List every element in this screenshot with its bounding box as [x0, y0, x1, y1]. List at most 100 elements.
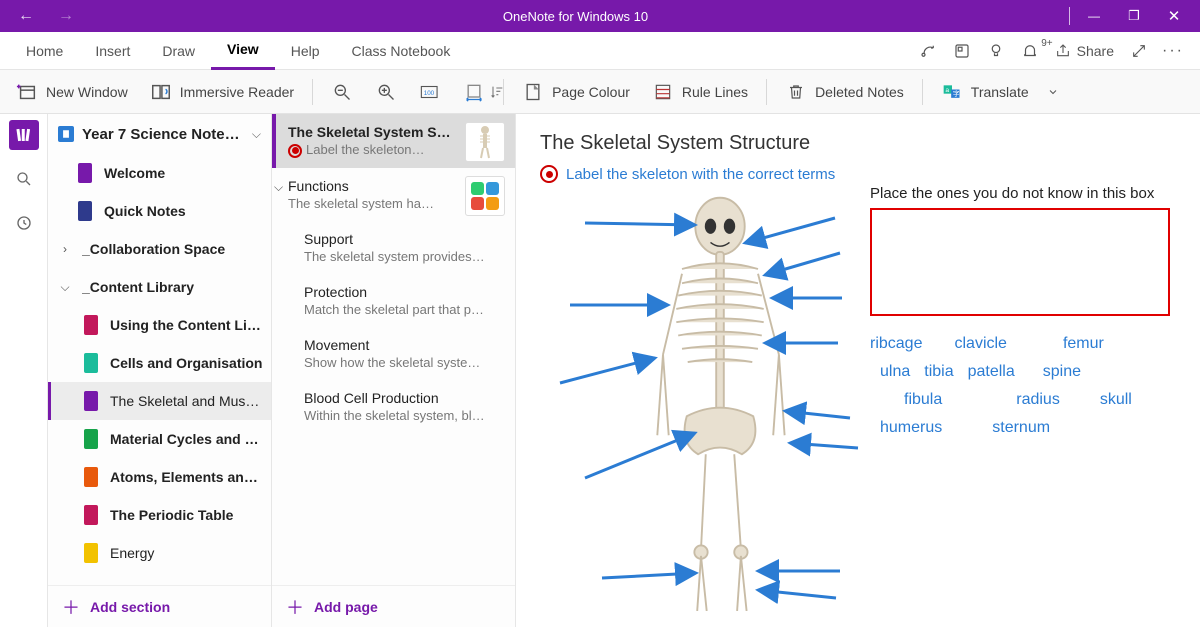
- section-item[interactable]: Atoms, Elements and…: [48, 458, 271, 496]
- page-item[interactable]: ProtectionMatch the skeletal part that p…: [272, 274, 515, 327]
- lightbulb-icon[interactable]: [979, 42, 1013, 60]
- page-item[interactable]: SupportThe skeletal system provides…: [272, 221, 515, 274]
- search-icon[interactable]: [9, 164, 39, 194]
- section-tab-icon: [84, 315, 98, 335]
- term-chip[interactable]: fibula: [904, 391, 942, 409]
- page-title-label: Blood Cell Production: [288, 390, 501, 406]
- section-label: _Content Library: [82, 279, 263, 295]
- sort-pages-icon[interactable]: [489, 84, 505, 103]
- section-item[interactable]: Material Cycles and En…: [48, 420, 271, 458]
- tab-help[interactable]: Help: [275, 32, 336, 70]
- page-body[interactable]: Place the ones you do not know in this b…: [540, 183, 1176, 613]
- immersive-reader-button[interactable]: Immersive Reader: [142, 77, 302, 107]
- minimize-button[interactable]: —: [1074, 9, 1114, 23]
- section-label: Cells and Organisation: [110, 355, 263, 371]
- deleted-notes-button[interactable]: Deleted Notes: [777, 77, 912, 107]
- page-colour-icon: [522, 81, 544, 103]
- translate-button[interactable]: a字 Translate: [933, 77, 1037, 107]
- term-chip[interactable]: femur: [1063, 335, 1104, 353]
- translate-dropdown[interactable]: [1043, 86, 1063, 98]
- chevron-icon: ⌵: [56, 280, 74, 295]
- term-cloud: ribcage clavicle femur ulna tibia patella spin…: [870, 330, 1170, 442]
- section-label: Atoms, Elements and…: [110, 469, 263, 485]
- label-arrows: [540, 183, 870, 623]
- page-preview: Within the skeletal system, bl…: [288, 408, 501, 423]
- ribbon: New Window Immersive Reader 100 Page Col…: [0, 70, 1200, 114]
- add-page-button[interactable]: ＋Add page: [272, 585, 515, 627]
- separator: [1069, 7, 1070, 25]
- tab-view[interactable]: View: [211, 32, 275, 70]
- section-item[interactable]: Energy: [48, 534, 271, 572]
- pages-panel: The Skeletal System St…Label the skeleto…: [272, 114, 516, 627]
- rule-lines-button[interactable]: Rule Lines: [644, 77, 756, 107]
- section-item[interactable]: Cells and Organisation: [48, 344, 271, 382]
- section-item[interactable]: The Skeletal and Musc…: [48, 382, 271, 420]
- new-window-button[interactable]: New Window: [8, 77, 136, 107]
- forward-button[interactable]: →: [46, 7, 86, 25]
- notebook-picker[interactable]: Year 7 Science Notebook ⌵: [48, 114, 271, 154]
- page-title[interactable]: The Skeletal System Structure: [540, 132, 1176, 155]
- tab-home[interactable]: Home: [10, 32, 79, 70]
- section-tab-icon: [78, 163, 92, 183]
- page-canvas[interactable]: The Skeletal System Structure Label the …: [516, 114, 1200, 627]
- section-tab-icon: [78, 201, 92, 221]
- page-preview: Show how the skeletal syste…: [288, 355, 501, 370]
- tab-class-notebook[interactable]: Class Notebook: [336, 32, 467, 70]
- chevron-down-icon: ⌵: [252, 127, 261, 142]
- feed-icon[interactable]: [945, 42, 979, 60]
- add-section-button[interactable]: ＋Add section: [48, 585, 271, 627]
- term-chip[interactable]: ribcage: [870, 335, 922, 353]
- unknown-terms-box[interactable]: [870, 208, 1170, 316]
- fullscreen-icon[interactable]: [1122, 43, 1156, 59]
- section-item[interactable]: Welcome: [48, 154, 271, 192]
- recent-icon[interactable]: [9, 208, 39, 238]
- maximize-button[interactable]: ❐: [1114, 8, 1154, 24]
- back-button[interactable]: ←: [6, 7, 46, 25]
- section-tab-icon: [84, 505, 98, 525]
- page-width-button[interactable]: [455, 77, 493, 107]
- term-chip[interactable]: patella: [968, 363, 1015, 381]
- section-group[interactable]: ⌵ _Content Library: [48, 268, 271, 306]
- title-bar: ← → OneNote for Windows 10 — ❐ ✕: [0, 0, 1200, 32]
- sections-list: WelcomeQuick Notes›_Collaboration Space⌵…: [48, 154, 271, 585]
- share-button[interactable]: Share: [1047, 43, 1122, 59]
- zoom-100-icon: 100: [419, 81, 441, 103]
- term-chip[interactable]: ulna: [880, 363, 910, 381]
- chevron-down-icon: ⌵: [274, 180, 283, 195]
- sync-icon[interactable]: [911, 42, 945, 60]
- close-button[interactable]: ✕: [1154, 7, 1194, 25]
- page-title-label: Protection: [288, 284, 501, 300]
- term-chip[interactable]: humerus: [880, 419, 942, 437]
- page-item[interactable]: The Skeletal System St…Label the skeleto…: [272, 114, 515, 168]
- term-chip[interactable]: sternum: [992, 419, 1050, 437]
- more-icon[interactable]: ···: [1156, 42, 1190, 60]
- page-item[interactable]: Blood Cell Production Within the skeletal…: [272, 380, 515, 433]
- page-item[interactable]: ⌵FunctionsThe skeletal system ha…: [272, 168, 515, 221]
- section-tab-icon: [84, 353, 98, 373]
- section-label: The Periodic Table: [110, 507, 263, 523]
- page-width-icon: [463, 81, 485, 103]
- todo-tag-icon[interactable]: [540, 165, 558, 183]
- term-chip[interactable]: spine: [1043, 363, 1081, 381]
- term-chip[interactable]: clavicle: [954, 335, 1006, 353]
- term-chip[interactable]: radius: [1016, 391, 1060, 409]
- notebooks-icon[interactable]: [9, 120, 39, 150]
- translate-icon: a字: [941, 81, 963, 103]
- section-item[interactable]: The Periodic Table: [48, 496, 271, 534]
- page-item[interactable]: MovementShow how the skeletal syste…: [272, 327, 515, 380]
- term-chip[interactable]: tibia: [924, 363, 953, 381]
- tab-insert[interactable]: Insert: [79, 32, 146, 70]
- section-group[interactable]: ›_Collaboration Space: [48, 230, 271, 268]
- zoom-in-button[interactable]: [367, 77, 405, 107]
- tab-draw[interactable]: Draw: [146, 32, 211, 70]
- page-colour-button[interactable]: Page Colour: [514, 77, 638, 107]
- zoom-100-button[interactable]: 100: [411, 77, 449, 107]
- section-tab-icon: [84, 391, 98, 411]
- section-item[interactable]: Quick Notes: [48, 192, 271, 230]
- section-item[interactable]: Using the Content Lib…: [48, 306, 271, 344]
- zoom-in-icon: [375, 81, 397, 103]
- term-chip[interactable]: skull: [1100, 391, 1132, 409]
- zoom-out-button[interactable]: [323, 77, 361, 107]
- bell-icon[interactable]: 9+: [1013, 42, 1047, 60]
- task-line[interactable]: Label the skeleton with the correct term…: [540, 165, 1176, 183]
